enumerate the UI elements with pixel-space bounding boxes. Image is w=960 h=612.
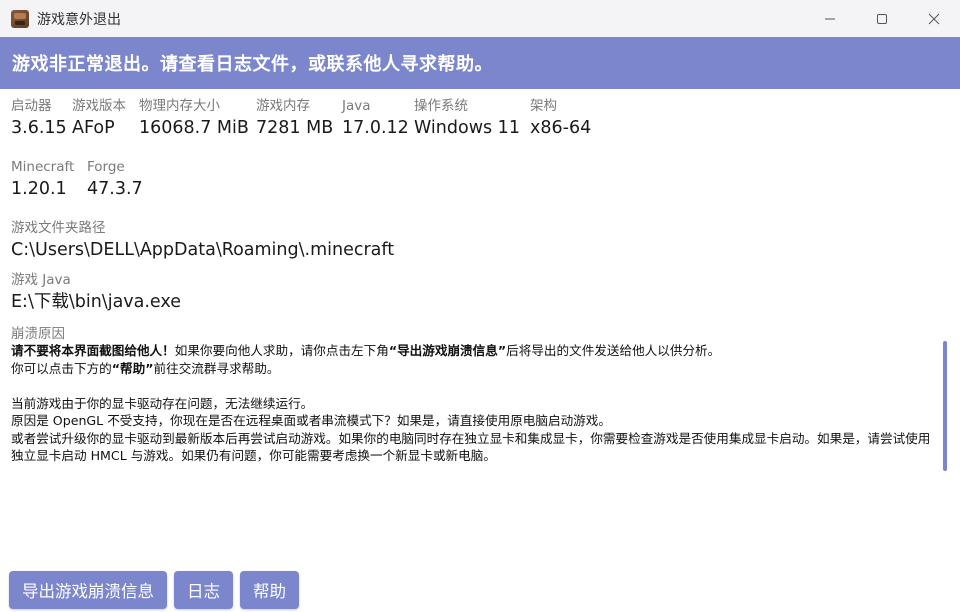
maximize-button[interactable]: [856, 0, 908, 37]
info-value: 47.3.7: [87, 179, 143, 199]
crash-text: 如果你要向他人求助，请你点击左下角: [174, 343, 389, 358]
version-info-row: Minecraft 1.20.1 Forge 47.3.7: [11, 157, 167, 201]
error-header: 游戏非正常退出。请查看日志文件，或联系他人寻求帮助。: [0, 37, 960, 89]
info-label: 物理内存大小: [139, 98, 220, 114]
export-crash-info-button[interactable]: 导出游戏崩溃信息: [9, 571, 167, 609]
info-forge: Forge 47.3.7: [87, 157, 167, 201]
info-launcher: 启动器 3.6.15: [11, 96, 67, 140]
info-minecraft: Minecraft 1.20.1: [11, 157, 77, 201]
maximize-icon: [877, 13, 887, 24]
info-value: 16068.7 MiB: [139, 118, 249, 138]
crash-text: 前往交流群寻求帮助。: [153, 360, 280, 376]
info-value: 17.0.12: [342, 118, 409, 138]
java-path: E:\下载\bin\java.exe: [11, 292, 181, 312]
close-icon: [928, 13, 940, 24]
minimize-icon: [825, 18, 835, 19]
log-button[interactable]: 日志: [174, 571, 233, 609]
crash-line: 原因是 OpenGL 不受支持，你现在是否在远程桌面或者串流模式下？如果是，请直…: [11, 413, 611, 428]
info-label: 操作系统: [414, 98, 468, 114]
info-label: Java: [342, 98, 371, 114]
java-path-info: 游戏 Java E:\下载\bin\java.exe: [11, 270, 181, 314]
crash-quote: “帮助”: [111, 360, 154, 376]
crash-text: 你可以点击下方的: [11, 360, 112, 376]
info-label: 游戏版本: [72, 98, 126, 114]
game-dir-info: 游戏文件夹路径 C:\Users\DELL\AppData\Roaming\.m…: [11, 218, 394, 262]
crash-text: 后将导出的文件发送给他人以供分析。: [506, 343, 721, 358]
info-java: Java 17.0.12: [342, 96, 409, 140]
info-label: 游戏 Java: [11, 272, 71, 288]
info-value: 7281 MB: [256, 118, 334, 138]
help-button[interactable]: 帮助: [240, 571, 299, 609]
info-label: 游戏文件夹路径: [11, 220, 106, 236]
footer-actions: 导出游戏崩溃信息 日志 帮助: [9, 571, 299, 609]
minecraft-grass-block-icon: [11, 9, 29, 28]
info-label: 启动器: [11, 98, 52, 114]
info-arch: 架构 x86-64: [530, 96, 610, 140]
title-bar: 游戏意外退出: [0, 0, 960, 38]
info-game-memory: 游戏内存 7281 MB: [256, 96, 334, 140]
system-info-row: 启动器 3.6.15 游戏版本 AFoP 物理内存大小 16068.7 MiB …: [11, 96, 610, 140]
info-label: 游戏内存: [256, 98, 310, 114]
info-value: x86-64: [530, 118, 592, 138]
game-dir-path: C:\Users\DELL\AppData\Roaming\.minecraft: [11, 240, 395, 260]
crash-reason-text[interactable]: 请不要将本界面截图给他人！如果你要向他人求助，请你点击左下角“导出游戏崩溃信息”…: [11, 342, 941, 477]
window-controls: [804, 0, 960, 37]
info-os: 操作系统 Windows 11: [414, 96, 520, 140]
info-physical-memory: 物理内存大小 16068.7 MiB: [139, 96, 249, 140]
info-value: AFoP: [72, 118, 115, 138]
window-title: 游戏意外退出: [37, 11, 121, 28]
info-value: Windows 11: [414, 118, 520, 138]
error-header-text: 游戏非正常退出。请查看日志文件，或联系他人寻求帮助。: [12, 54, 493, 75]
crash-quote: “导出游戏崩溃信息”: [388, 343, 507, 358]
crash-reason-label: 崩溃原因: [11, 326, 65, 342]
crash-line: 请不要将本界面截图给他人！如果你要向他人求助，请你点击左下角“导出游戏崩溃信息”…: [11, 342, 941, 360]
info-label: Minecraft: [11, 159, 75, 175]
info-value: 3.6.15: [11, 118, 67, 138]
minimize-button[interactable]: [804, 0, 856, 37]
info-value: 1.20.1: [11, 179, 67, 199]
crash-warning: 请不要将本界面截图给他人！: [11, 343, 175, 358]
crash-line: 或者尝试升级你的显卡驱动到最新版本后再尝试启动游戏。如果你的电脑同时存在独立显卡…: [11, 430, 931, 464]
close-button[interactable]: [908, 0, 960, 37]
crash-line: 你可以点击下方的“帮助”前往交流群寻求帮助。: [11, 360, 941, 378]
scrollbar[interactable]: [943, 341, 947, 471]
crash-line: 当前游戏由于你的显卡驱动存在问题，无法继续运行。: [11, 395, 314, 411]
info-label: 架构: [530, 98, 557, 114]
info-game-version: 游戏版本 AFoP: [72, 96, 129, 140]
info-label: Forge: [87, 159, 125, 175]
